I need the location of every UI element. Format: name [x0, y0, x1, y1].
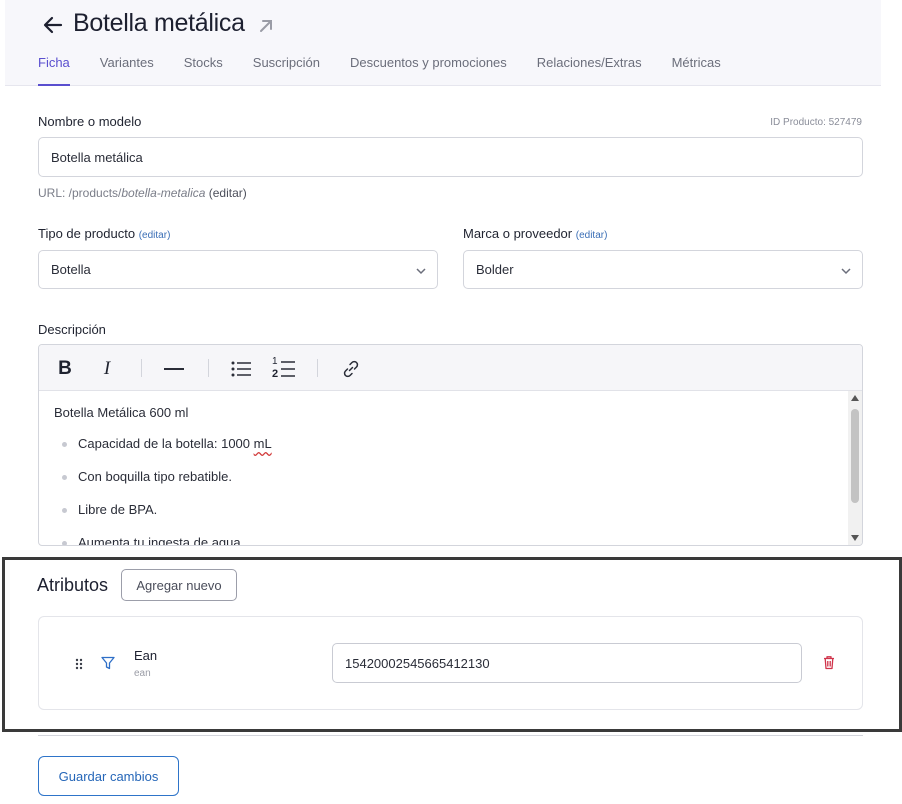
type-label-text: Tipo de producto [38, 226, 136, 241]
chevron-down-icon [416, 268, 426, 275]
bullet-list-icon [231, 361, 251, 377]
brand-select-value: Bolder [476, 262, 514, 277]
page-title: Botella metálica [73, 9, 245, 37]
tab-variantes[interactable]: Variantes [100, 54, 154, 86]
editor-toolbar: B I 1 2 [39, 345, 862, 391]
attribute-name: Ean [134, 648, 158, 663]
brand-edit-link[interactable]: (editar) [576, 230, 608, 241]
editor-scrollbar[interactable] [848, 391, 862, 545]
description-label: Descripción [38, 322, 106, 337]
type-select[interactable]: Botella [38, 250, 438, 289]
link-button[interactable] [340, 358, 362, 380]
editor-content[interactable]: Botella Metálica 600 ml Capacidad de la … [39, 391, 862, 545]
horizontal-rule-icon [164, 368, 184, 370]
list-item: Con boquilla tipo rebatible. [62, 467, 272, 500]
brand-label-text: Marca o proveedor [463, 226, 573, 241]
bullet-list-button[interactable] [230, 358, 252, 380]
numbered-list-icon [281, 361, 295, 377]
scroll-up-arrow[interactable] [851, 395, 859, 401]
numbered-list-digit-two: 2 [272, 368, 279, 380]
list-item: Aumenta tu ingesta de agua. [62, 533, 272, 545]
attribute-value-input[interactable]: 15420002545665412130 [332, 643, 802, 683]
trash-icon[interactable] [822, 655, 836, 670]
numbered-list-button[interactable]: 1 2 [272, 356, 296, 380]
attributes-title: Atributos [37, 575, 109, 595]
url-edit-link[interactable]: (editar) [205, 186, 247, 200]
name-label: Nombre o modelo [38, 114, 142, 129]
type-select-value: Botella [51, 262, 91, 277]
toolbar-divider [141, 359, 142, 377]
brand-label: Marca o proveedor (editar) [463, 226, 607, 241]
list-item-text: Capacidad de la botella: 1000 [78, 436, 254, 451]
product-header: Botella metálica Ficha Variantes Stocks … [5, 0, 881, 86]
external-link-icon[interactable] [257, 17, 275, 35]
name-input[interactable]: Botella metálica [38, 137, 863, 177]
form-divider [38, 735, 863, 736]
filter-icon[interactable] [101, 656, 115, 670]
arrow-left-icon[interactable] [39, 11, 67, 39]
tab-ficha[interactable]: Ficha [38, 54, 70, 86]
toolbar-divider [208, 359, 209, 377]
description-list: Capacidad de la botella: 1000 mL Con boq… [62, 434, 272, 545]
tab-relaciones[interactable]: Relaciones/Extras [537, 54, 642, 86]
tab-suscripcion[interactable]: Suscripción [253, 54, 320, 86]
toolbar-divider [317, 359, 318, 377]
add-attribute-button[interactable]: Agregar nuevo [121, 569, 237, 601]
type-edit-link[interactable]: (editar) [139, 230, 171, 241]
attribute-key: ean [134, 668, 151, 679]
italic-button[interactable]: I [96, 358, 118, 380]
spell-error: mL [253, 436, 272, 451]
attribute-row: Ean ean 15420002545665412130 [38, 616, 863, 710]
scroll-thumb[interactable] [851, 409, 859, 503]
tab-descuentos[interactable]: Descuentos y promociones [350, 54, 507, 86]
brand-select[interactable]: Bolder [463, 250, 863, 289]
tab-bar: Ficha Variantes Stocks Suscripción Descu… [38, 54, 751, 86]
numbered-list-digit-one: 1 [272, 356, 278, 367]
description-heading: Botella Metálica 600 ml [54, 405, 189, 420]
bold-button[interactable]: B [54, 358, 76, 380]
chevron-down-icon [841, 268, 851, 275]
url-line: URL: /products/botella-metalica (editar) [38, 186, 247, 200]
tab-stocks[interactable]: Stocks [184, 54, 223, 86]
url-slug: botella-metalica [121, 186, 206, 200]
type-label: Tipo de producto (editar) [38, 226, 170, 241]
list-item: Libre de BPA. [62, 500, 272, 533]
drag-handle-icon[interactable] [75, 658, 83, 670]
scroll-down-arrow[interactable] [851, 535, 859, 541]
tab-metricas[interactable]: Métricas [672, 54, 721, 86]
list-item: Capacidad de la botella: 1000 mL [62, 434, 272, 467]
save-changes-button[interactable]: Guardar cambios [38, 756, 179, 796]
product-id: ID Producto: 527479 [770, 117, 862, 128]
horizontal-rule-button[interactable] [163, 358, 185, 380]
link-icon [343, 360, 359, 378]
rich-text-editor: B I 1 2 Botella Metálica 600 ml Capacida… [38, 344, 863, 546]
url-prefix: URL: /products/ [38, 186, 122, 200]
